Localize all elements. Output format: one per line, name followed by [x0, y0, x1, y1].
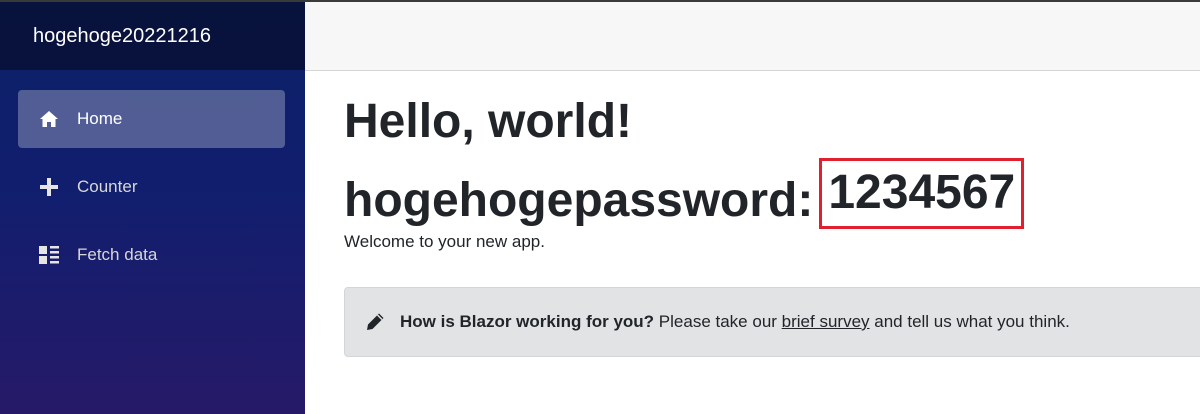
plus-icon [38, 176, 60, 198]
page-title-text: Hello, world! [344, 95, 632, 148]
sidebar-item-label: Counter [77, 177, 138, 196]
nav-menu: Home Counter Fetch data [0, 70, 305, 284]
sidebar: hogehoge20221216 Home Counter Fetch data [0, 2, 305, 414]
survey-question: How is Blazor working for you? [400, 312, 655, 331]
sidebar-item-home[interactable]: Home [18, 90, 285, 148]
brief-survey-link[interactable]: brief survey [782, 312, 870, 331]
survey-text-after: and tell us what you think. [869, 312, 1070, 331]
survey-text-before: Please take our [654, 312, 782, 331]
welcome-text: Welcome to your new app. [344, 232, 545, 251]
survey-alert: How is Blazor working for you? Please ta… [344, 287, 1200, 357]
password-heading: hogehogepassword: 1234567 [344, 158, 1025, 237]
survey-text: How is Blazor working for you? Please ta… [400, 312, 1070, 332]
pencil-icon [365, 312, 385, 332]
page-title: Hello, world! [344, 98, 632, 146]
home-icon [38, 108, 60, 130]
sidebar-item-label: Fetch data [77, 245, 158, 264]
sidebar-item-counter[interactable]: Counter [18, 158, 285, 216]
sidebar-item-label: Home [77, 109, 123, 128]
navbar-brand[interactable]: hogehoge20221216 [0, 2, 305, 70]
password-value-highlight: 1234567 [819, 158, 1025, 229]
sidebar-item-fetch-data[interactable]: Fetch data [18, 226, 285, 284]
top-row [305, 2, 1200, 71]
password-label: hogehogepassword: [344, 174, 814, 227]
list-rich-icon [38, 244, 60, 266]
brand-label[interactable]: hogehoge20221216 [33, 25, 211, 48]
